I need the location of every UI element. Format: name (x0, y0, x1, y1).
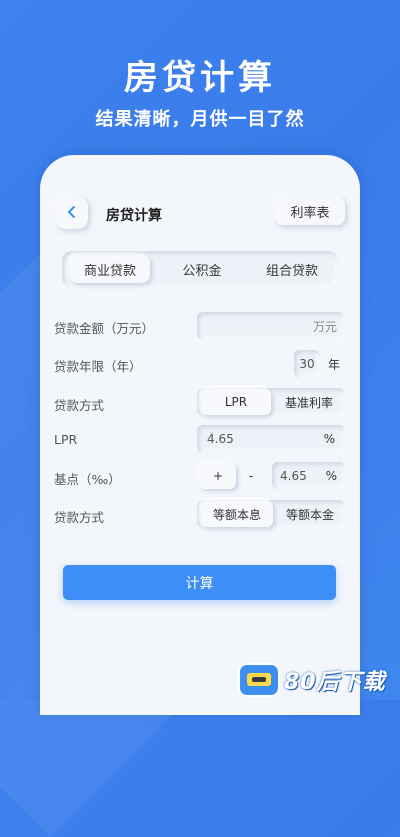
basis-points-label: 基点（‰） (54, 472, 121, 487)
promo-subtitle: 结果清晰，月供一目了然 (95, 109, 305, 130)
basis-value: 4.65 (280, 469, 307, 483)
loan-type-tabs: 商业贷款 公积金 组合贷款 (62, 251, 338, 287)
watermark-robot-icon (240, 665, 278, 695)
loan-years-label: 贷款年限（年） (54, 359, 142, 374)
loan-amount-label: 贷款金额（万元） (54, 321, 155, 336)
tab-combined-loan[interactable]: 组合贷款 (252, 255, 332, 283)
tab-provident-fund[interactable]: 公积金 (162, 255, 242, 283)
basis-input[interactable]: 4.65 % (272, 462, 345, 490)
loan-mode-benchmark-option[interactable]: 基准利率 (276, 389, 342, 415)
loan-mode-lpr-option[interactable]: LPR (201, 389, 271, 415)
lpr-input[interactable]: 4.65 % (197, 425, 345, 453)
watermark-logo: 80后下载 (240, 664, 386, 696)
rate-table-button[interactable]: 利率表 (275, 197, 345, 225)
promo-title: 房贷计算 (124, 58, 276, 98)
lpr-label: LPR (54, 432, 78, 447)
basis-plus-button[interactable]: + (200, 463, 236, 489)
calculate-button[interactable]: 计算 (63, 565, 336, 600)
watermark-text: 80后下载 (284, 670, 386, 695)
repayment-equal-installment-option[interactable]: 等额本息 (201, 501, 273, 527)
repayment-mode-label: 贷款方式 (54, 510, 105, 525)
loan-mode-label: 贷款方式 (54, 398, 105, 413)
loan-years-unit: 年 (328, 357, 341, 372)
tab-commercial-loan[interactable]: 商业贷款 (70, 255, 150, 283)
loan-years-input[interactable]: 30 (294, 350, 320, 378)
lpr-value: 4.65 (207, 432, 234, 446)
loan-amount-input[interactable]: 万元 (197, 312, 345, 340)
page-title: 房贷计算 (106, 208, 162, 224)
loan-amount-unit: 万元 (312, 319, 337, 334)
basis-minus-button[interactable]: - (240, 463, 262, 489)
phone-screen: 房贷计算 利率表 商业贷款 公积金 组合贷款 贷款金额（万元） 万元 贷款年限（… (40, 155, 360, 715)
repayment-equal-principal-option[interactable]: 等额本金 (277, 501, 343, 527)
chevron-left-icon (65, 204, 79, 223)
basis-unit: % (325, 469, 337, 483)
lpr-unit: % (323, 432, 335, 446)
back-button[interactable] (56, 197, 88, 229)
